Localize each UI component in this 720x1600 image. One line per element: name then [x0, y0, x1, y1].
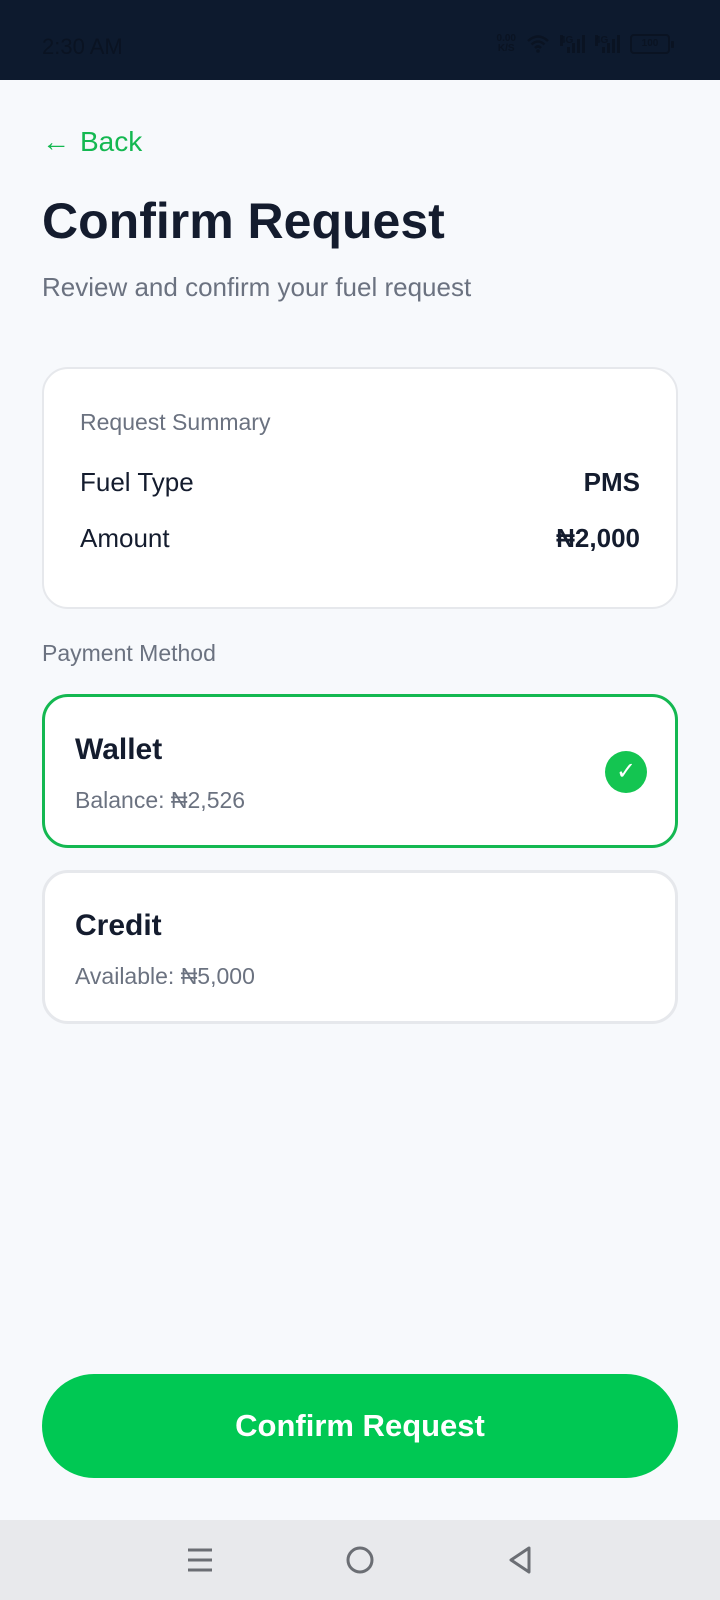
status-icons: 0.00 K/S 4G 4G 100 — [496, 33, 674, 54]
triangle-back-icon — [509, 1546, 531, 1574]
summary-value: PMS — [583, 467, 640, 497]
arrow-left-icon: ← — [42, 126, 70, 157]
back-button[interactable]: ← Back — [42, 126, 142, 158]
payment-method-label: Payment Method — [42, 640, 216, 666]
summary-label: Fuel Type — [80, 467, 194, 497]
request-summary-card: Request Summary Fuel Type PMS Amount ₦2,… — [42, 367, 678, 609]
payment-option-detail: Available: ₦5,000 — [75, 963, 255, 989]
nav-menu-button[interactable] — [170, 1530, 230, 1590]
payment-option-title: Credit — [75, 909, 162, 942]
summary-value: ₦2,000 — [556, 523, 640, 553]
page-title: Confirm Request — [42, 193, 445, 249]
payment-option-wallet[interactable]: Wallet Balance: ₦2,526 ✓ — [42, 694, 678, 848]
confirm-request-button[interactable]: Confirm Request — [42, 1374, 678, 1478]
status-bar: 2:30 AM 0.00 K/S 4G 4G 100 — [0, 0, 720, 80]
payment-option-title: Wallet — [75, 733, 163, 766]
summary-heading: Request Summary — [80, 409, 271, 435]
back-label: Back — [80, 126, 143, 157]
check-circle-icon: ✓ — [605, 751, 647, 793]
wifi-icon — [527, 35, 549, 53]
summary-row-amount: Amount ₦2,000 — [80, 523, 640, 554]
payment-option-credit[interactable]: Credit Available: ₦5,000 — [42, 870, 678, 1024]
battery-icon: 100 — [630, 34, 674, 54]
nav-back-button[interactable] — [490, 1530, 550, 1590]
status-time: 2:30 AM — [42, 34, 123, 59]
nav-home-button[interactable] — [330, 1530, 390, 1590]
home-circle-icon — [346, 1546, 374, 1574]
summary-label: Amount — [80, 523, 170, 553]
menu-icon — [188, 1548, 212, 1572]
payment-option-detail: Balance: ₦2,526 — [75, 787, 246, 813]
summary-row-fuel-type: Fuel Type PMS — [80, 467, 640, 498]
system-nav-bar — [0, 1520, 720, 1600]
signal-icon: 4G — [595, 35, 620, 53]
page-subtitle: Review and confirm your fuel request — [42, 272, 472, 302]
signal-icon: 4G — [560, 35, 585, 53]
network-speed: 0.00 K/S — [496, 33, 516, 54]
